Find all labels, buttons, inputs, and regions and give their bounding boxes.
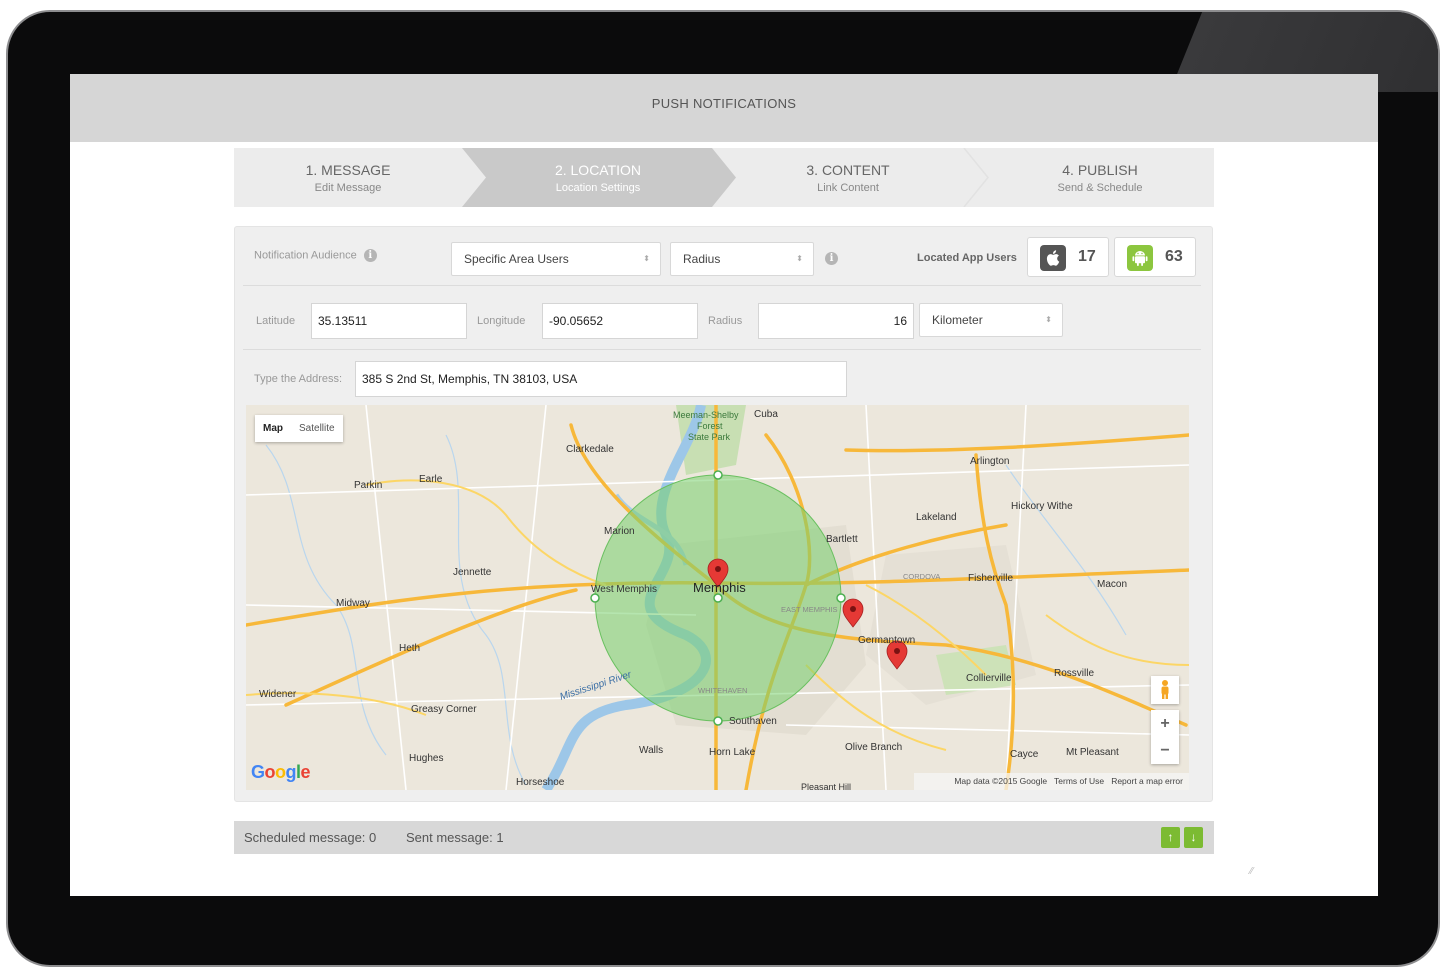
scheduled-count: Scheduled message: 0 <box>244 830 377 845</box>
place-label: Marion <box>604 526 635 537</box>
street-view-icon[interactable] <box>1151 676 1179 704</box>
address-input[interactable]: 385 S 2nd St, Memphis, TN 38103, USA <box>355 361 847 397</box>
place-label: Widener <box>259 689 297 700</box>
latitude-label: Latitude <box>256 315 296 327</box>
place-label: Horseshoe <box>516 777 565 788</box>
info-icon[interactable]: i <box>363 249 377 262</box>
wizard-steps: 1. MESSAGE Edit Message 2. LOCATION Loca… <box>234 148 1214 207</box>
scroll-up-button[interactable]: ↑ <box>1161 827 1180 848</box>
map-attribution: Map data ©2015 Google Terms of Use Repor… <box>914 773 1189 790</box>
located-users-label: Located App Users <box>917 252 1017 264</box>
status-bar: Scheduled message: 0 Sent message: 1 ↑ ↓ <box>234 821 1214 854</box>
place-label: Memphis <box>693 580 746 595</box>
apple-icon <box>1040 245 1066 271</box>
place-label: Rossville <box>1054 668 1094 679</box>
radius-handle <box>836 593 846 603</box>
place-label: West Memphis <box>591 584 657 595</box>
android-count: 63 <box>1165 248 1183 265</box>
map-view[interactable]: Memphis West Memphis Marion Bartlett Lak… <box>246 405 1189 790</box>
place-label: Pleasant Hill <box>801 782 851 790</box>
select-arrow-icon: ⬍ <box>796 254 803 263</box>
map-canvas: Memphis West Memphis Marion Bartlett Lak… <box>246 405 1189 790</box>
location-panel: Notification Audience i Specific Area Us… <box>234 226 1213 802</box>
google-logo: Google <box>251 762 311 782</box>
place-label: Greasy Corner <box>411 704 477 715</box>
terms-link[interactable]: Terms of Use <box>1054 776 1104 786</box>
report-error-link[interactable]: Report a map error <box>1111 776 1183 786</box>
step-message[interactable]: 1. MESSAGE Edit Message <box>234 148 462 207</box>
area-mode-select[interactable]: Radius ⬍ <box>670 242 814 276</box>
place-label: Collierville <box>966 673 1012 684</box>
divider <box>243 285 1201 286</box>
place-label: Germantown <box>858 635 915 646</box>
zoom-in-button[interactable]: + <box>1151 710 1179 737</box>
longitude-label: Longitude <box>477 315 526 327</box>
android-icon <box>1127 245 1153 271</box>
resize-handle-icon[interactable]: ⁄⁄ <box>1250 866 1253 877</box>
step-publish[interactable]: 4. PUBLISH Send & Schedule <box>986 148 1214 207</box>
step-location[interactable]: 2. LOCATION Location Settings <box>484 148 712 207</box>
map-type-satellite[interactable]: Satellite <box>291 415 343 442</box>
place-label: Macon <box>1097 579 1127 590</box>
place-label: Cayce <box>1010 749 1039 760</box>
place-label: Walls <box>639 745 663 756</box>
place-label: Arlington <box>970 456 1009 467</box>
step-content[interactable]: 3. CONTENT Link Content <box>734 148 962 207</box>
park-label: State Park <box>688 432 731 442</box>
page-title: PUSH NOTIFICATIONS <box>70 74 1378 142</box>
ios-count: 17 <box>1078 248 1096 265</box>
select-arrow-icon: ⬍ <box>1045 315 1052 324</box>
place-label: Olive Branch <box>845 742 902 753</box>
place-label: Jennette <box>453 567 492 578</box>
unit-select[interactable]: Kilometer ⬍ <box>919 303 1063 337</box>
place-label: Lakeland <box>916 512 957 523</box>
android-users-badge: 63 <box>1114 237 1196 277</box>
longitude-input[interactable]: -90.05652 <box>542 303 698 339</box>
district-label: WHITEHAVEN <box>698 686 747 695</box>
place-label: Fisherville <box>968 573 1013 584</box>
app-screen: PUSH NOTIFICATIONS 1. MESSAGE Edit Messa… <box>70 74 1378 896</box>
place-label: Mt Pleasant <box>1066 747 1119 758</box>
district-label: CORDOVA <box>903 572 940 581</box>
scroll-down-button[interactable]: ↓ <box>1184 827 1203 848</box>
place-label: Clarkedale <box>566 444 614 455</box>
radius-handle <box>713 470 723 480</box>
select-arrow-icon: ⬍ <box>643 254 650 263</box>
creek <box>1005 464 1127 636</box>
sent-count: Sent message: 1 <box>406 830 504 845</box>
park-label: Meeman-Shelby <box>673 410 739 420</box>
divider <box>243 349 1201 350</box>
zoom-out-button[interactable]: − <box>1151 737 1179 764</box>
radius-input[interactable]: 16 <box>758 303 914 339</box>
radius-handle <box>713 716 723 726</box>
place-label: Earle <box>419 474 443 485</box>
district-label: EAST MEMPHIS <box>781 605 838 614</box>
place-label: Cuba <box>754 409 778 420</box>
place-label: Hickory Withe <box>1011 501 1073 512</box>
place-label: Parkin <box>354 480 382 491</box>
address-label: Type the Address: <box>254 373 343 385</box>
latitude-input[interactable]: 35.13511 <box>311 303 467 339</box>
radius-center-handle <box>713 593 723 603</box>
place-label: Hughes <box>409 753 443 764</box>
place-label: Bartlett <box>826 534 858 545</box>
map-type-control: Map Satellite <box>255 415 343 442</box>
place-label: Horn Lake <box>709 747 756 758</box>
radius-handle <box>590 593 600 603</box>
audience-select[interactable]: Specific Area Users ⬍ <box>451 242 661 276</box>
place-label: Midway <box>336 598 370 609</box>
audience-label: Notification Audience i <box>254 249 377 262</box>
radius-info-icon[interactable]: i <box>825 252 838 265</box>
place-label: Southaven <box>729 716 777 727</box>
radius-label: Radius <box>708 315 743 327</box>
park-label: Forest <box>697 421 723 431</box>
map-type-map[interactable]: Map <box>255 415 291 442</box>
zoom-control: + − <box>1151 710 1179 764</box>
place-label: Heth <box>399 643 420 654</box>
ios-users-badge: 17 <box>1027 237 1109 277</box>
